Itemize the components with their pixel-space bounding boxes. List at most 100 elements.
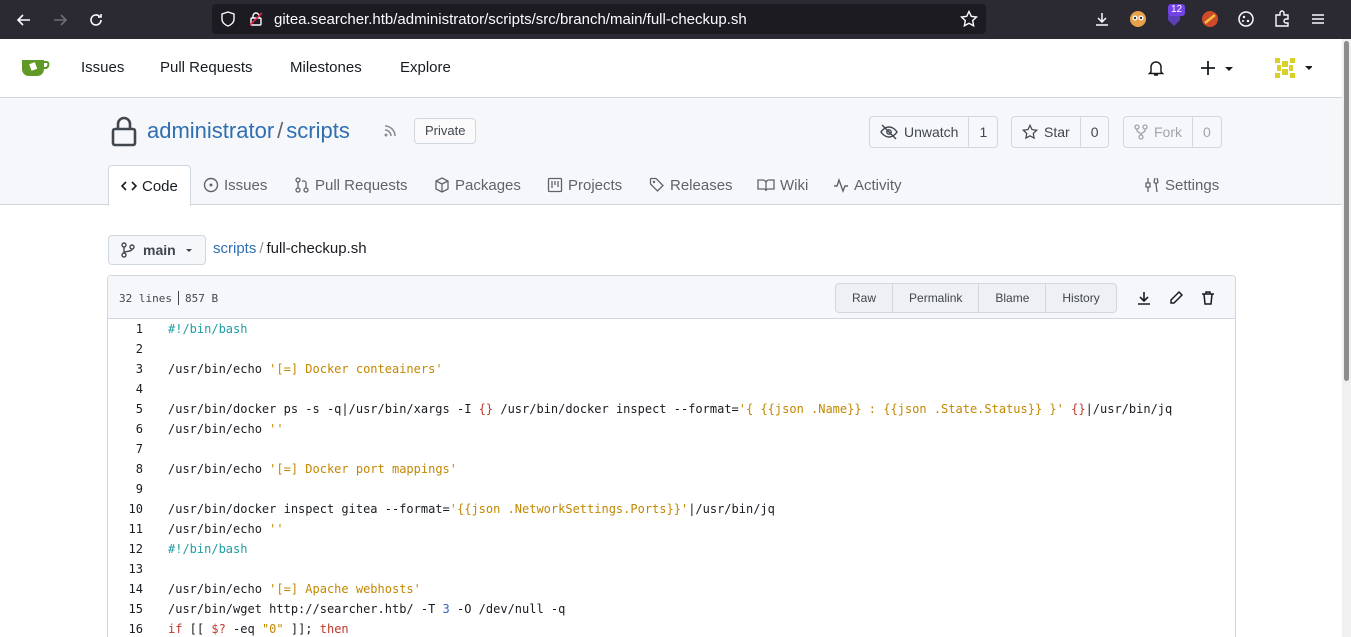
page-scrollbar[interactable] bbox=[1342, 39, 1351, 637]
file-info: 32 lines 857 B bbox=[119, 291, 218, 305]
issue-icon bbox=[203, 177, 219, 193]
menu-icon[interactable] bbox=[1307, 8, 1329, 30]
pull-request-icon bbox=[295, 177, 309, 193]
history-button[interactable]: History bbox=[1046, 284, 1115, 312]
line-content: /usr/bin/echo '[=] Apache webhosts' bbox=[168, 582, 421, 596]
code-line: 7 bbox=[108, 439, 1235, 459]
extension-foxy-icon[interactable] bbox=[1199, 8, 1221, 30]
extension-badge: 12 bbox=[1168, 4, 1186, 16]
line-number[interactable]: 1 bbox=[108, 319, 143, 339]
raw-button[interactable]: Raw bbox=[836, 284, 894, 312]
tab-settings-label: Settings bbox=[1165, 176, 1220, 194]
forward-icon[interactable] bbox=[48, 8, 72, 32]
tab-code[interactable]: Code bbox=[108, 165, 191, 206]
tab-code-label: Code bbox=[142, 177, 178, 195]
blame-button[interactable]: Blame bbox=[979, 284, 1047, 312]
line-content: if [[ $? -eq "0" ]]; then bbox=[168, 622, 349, 636]
project-icon bbox=[547, 177, 563, 193]
tab-wiki[interactable]: Wiki bbox=[757, 165, 808, 205]
code-line: 8/usr/bin/echo '[=] Docker port mappings… bbox=[108, 459, 1235, 479]
code-line: 4 bbox=[108, 379, 1235, 399]
unwatch-label: Unwatch bbox=[904, 124, 959, 140]
shield-icon[interactable] bbox=[220, 11, 236, 30]
extension-cookie-icon[interactable] bbox=[1235, 8, 1257, 30]
tab-pull-requests[interactable]: Pull Requests bbox=[294, 165, 408, 205]
url-text[interactable]: gitea.searcher.htb/administrator/scripts… bbox=[274, 11, 747, 28]
line-content: /usr/bin/docker inspect gitea --format='… bbox=[168, 502, 775, 516]
repo-name-link[interactable]: scripts bbox=[286, 118, 350, 143]
code-line: 6/usr/bin/echo '' bbox=[108, 419, 1235, 439]
line-content: /usr/bin/wget http://searcher.htb/ -T 3 … bbox=[168, 602, 566, 616]
tab-releases-label: Releases bbox=[670, 176, 733, 194]
tab-issues[interactable]: Issues bbox=[203, 165, 267, 205]
back-icon[interactable] bbox=[12, 8, 36, 32]
line-number[interactable]: 6 bbox=[108, 419, 143, 439]
breadcrumb-folder[interactable]: scripts bbox=[213, 240, 256, 257]
branch-selector[interactable]: main bbox=[108, 235, 206, 265]
tab-wiki-label: Wiki bbox=[780, 176, 809, 194]
tab-activity[interactable]: Activity bbox=[833, 165, 902, 205]
line-number[interactable]: 2 bbox=[108, 339, 143, 359]
line-number[interactable]: 5 bbox=[108, 399, 143, 419]
line-content: /usr/bin/echo '' bbox=[168, 422, 284, 436]
line-content: #!/bin/bash bbox=[168, 322, 248, 336]
watch-count[interactable]: 1 bbox=[969, 117, 997, 147]
create-new-plus-icon[interactable] bbox=[1200, 59, 1234, 80]
line-number[interactable]: 7 bbox=[108, 439, 143, 459]
fork-count[interactable]: 0 bbox=[1193, 117, 1221, 147]
code-line: 10/usr/bin/docker inspect gitea --format… bbox=[108, 499, 1235, 519]
star-icon bbox=[1022, 124, 1038, 140]
line-number[interactable]: 3 bbox=[108, 359, 143, 379]
line-number[interactable]: 11 bbox=[108, 519, 143, 539]
download-icon[interactable] bbox=[1135, 289, 1153, 307]
tab-releases[interactable]: Releases bbox=[649, 165, 733, 205]
code-line: 3/usr/bin/echo '[=] Docker conteainers' bbox=[108, 359, 1235, 379]
file-info-divider bbox=[177, 291, 179, 305]
tab-projects[interactable]: Projects bbox=[547, 165, 622, 205]
fork-button[interactable]: Fork bbox=[1124, 117, 1193, 147]
unwatch-button[interactable]: Unwatch bbox=[870, 117, 970, 147]
book-icon bbox=[757, 179, 775, 192]
delete-trash-icon[interactable] bbox=[1199, 289, 1217, 307]
gitea-logo-icon[interactable] bbox=[20, 55, 50, 82]
url-bar[interactable]: gitea.searcher.htb/administrator/scripts… bbox=[212, 4, 986, 34]
edit-pencil-icon[interactable] bbox=[1167, 289, 1185, 307]
user-avatar[interactable] bbox=[1272, 55, 1313, 84]
file-line-count: 32 lines bbox=[119, 291, 172, 305]
tab-settings[interactable]: Settings bbox=[1144, 165, 1219, 205]
permalink-button[interactable]: Permalink bbox=[893, 284, 980, 312]
line-number[interactable]: 12 bbox=[108, 539, 143, 559]
downloads-icon[interactable] bbox=[1091, 8, 1113, 30]
nav-explore[interactable]: Explore bbox=[400, 59, 451, 76]
line-number[interactable]: 8 bbox=[108, 459, 143, 479]
extension-owl-icon[interactable] bbox=[1127, 8, 1149, 30]
file-size: 857 B bbox=[184, 291, 219, 305]
rss-feed-icon[interactable] bbox=[382, 123, 398, 142]
line-number[interactable]: 15 bbox=[108, 599, 143, 619]
notifications-bell-icon[interactable] bbox=[1147, 59, 1165, 80]
line-number[interactable]: 13 bbox=[108, 559, 143, 579]
code-line: 16 if [[ $? -eq "0" ]]; then bbox=[108, 619, 1235, 637]
line-content: /usr/bin/echo '' bbox=[168, 522, 284, 536]
scrollbar-thumb[interactable] bbox=[1344, 41, 1349, 381]
star-button[interactable]: Star bbox=[1012, 117, 1081, 147]
line-content: /usr/bin/docker ps -s -q|/usr/bin/xargs … bbox=[168, 402, 1173, 416]
nav-milestones[interactable]: Milestones bbox=[290, 59, 362, 76]
line-number[interactable]: 4 bbox=[108, 379, 143, 399]
line-number[interactable]: 14 bbox=[108, 579, 143, 599]
nav-issues[interactable]: Issues bbox=[81, 59, 124, 76]
code-line: 12 #!/bin/bash bbox=[108, 539, 1235, 559]
nav-pull-requests[interactable]: Pull Requests bbox=[160, 59, 253, 76]
line-number[interactable]: 10 bbox=[108, 499, 143, 519]
lock-warning-icon[interactable] bbox=[248, 11, 264, 30]
bookmark-star-icon[interactable] bbox=[959, 9, 979, 31]
repo-owner-link[interactable]: administrator bbox=[147, 118, 274, 143]
line-number[interactable]: 16 bbox=[108, 619, 143, 637]
repo-title: administrator / scripts bbox=[147, 118, 350, 144]
line-number[interactable]: 9 bbox=[108, 479, 143, 499]
extensions-puzzle-icon[interactable] bbox=[1271, 8, 1293, 30]
tab-packages[interactable]: Packages bbox=[434, 165, 521, 205]
star-count[interactable]: 0 bbox=[1081, 117, 1109, 147]
file-header: 32 lines 857 B Raw Permalink Blame Histo… bbox=[108, 276, 1235, 319]
reload-icon[interactable] bbox=[84, 8, 108, 32]
